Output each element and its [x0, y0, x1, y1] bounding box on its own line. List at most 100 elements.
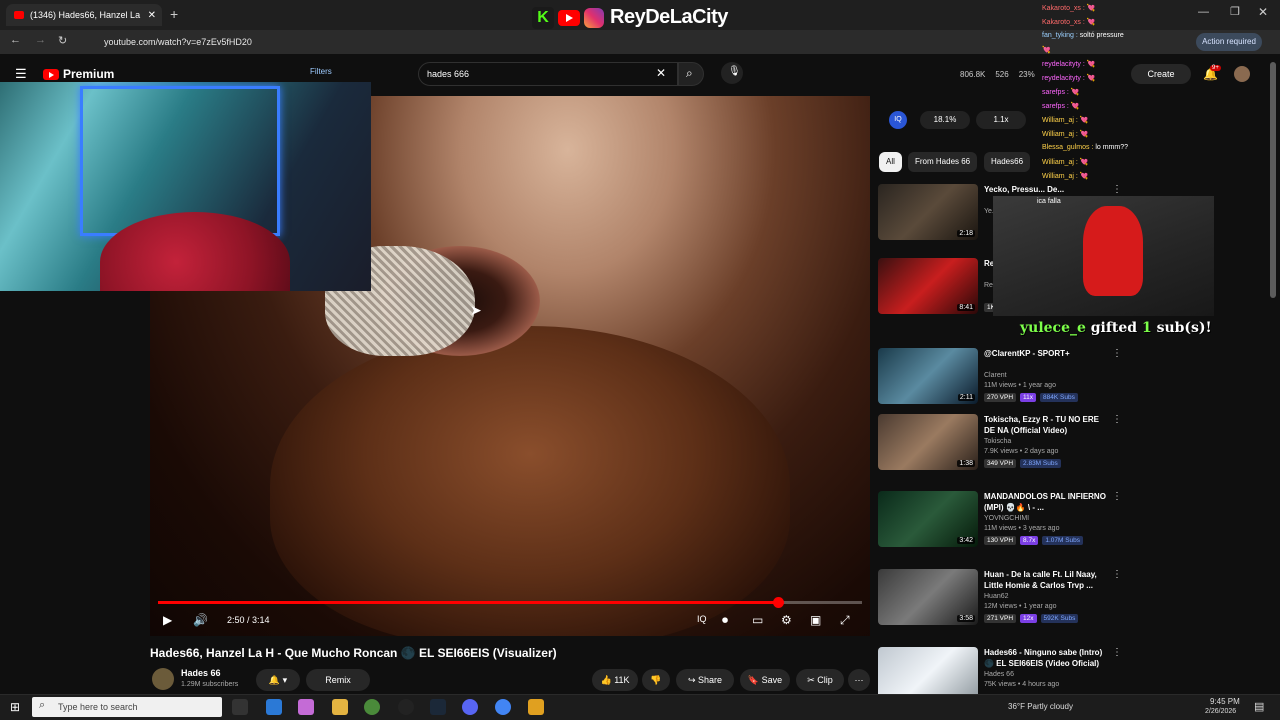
recommendation-title[interactable]: Yecko, Pressu... De...	[984, 184, 1108, 195]
recommendation-channel[interactable]: Huan62	[984, 593, 1009, 600]
iq-player-icon[interactable]: IQ	[697, 614, 707, 624]
progress-fill	[158, 601, 778, 604]
recommendation-item[interactable]: 3:42 MANDANDOLOS PAL INFIERNO (MPI) 💀🔥 \ …	[878, 491, 1122, 553]
channel-name[interactable]: Hades 66	[181, 668, 221, 678]
app-icon[interactable]	[528, 699, 544, 715]
avatar[interactable]	[1234, 66, 1250, 82]
tab-close-icon[interactable]: ✕	[148, 10, 156, 21]
recommendation-thumbnail[interactable]: 3:42	[878, 491, 978, 547]
close-window-icon[interactable]: ✕	[1258, 5, 1268, 19]
progress-bar[interactable]	[158, 597, 862, 608]
url-field[interactable]: youtube.com/watch?v=e7zEv5fHD20	[80, 33, 1180, 51]
captions-icon[interactable]: ▭	[752, 613, 763, 627]
recommendation-title[interactable]: Huan - De la calle Ft. Lil Naay, Little …	[984, 569, 1108, 591]
recommendation-title[interactable]: Tokischa, Ezzy R - TU NO ERE DE NA (Offi…	[984, 414, 1108, 436]
browser-tab[interactable]: (1346) Hades66, Hanzel La ✕	[6, 4, 162, 26]
more-options-icon[interactable]: ⋮	[1112, 348, 1122, 359]
save-label: Save	[761, 675, 783, 685]
task-view-icon[interactable]	[232, 699, 248, 715]
voice-search-button[interactable]: 🎙	[721, 62, 743, 84]
recommendation-item[interactable]: 2:11 @ClarentKP - SPORT+ Clarent 11M views …	[878, 348, 1122, 410]
chat-username: Kakaroto_xs :	[1042, 5, 1087, 12]
remix-button[interactable]: Remix	[306, 669, 370, 691]
dislike-button[interactable]: 👎	[642, 669, 670, 691]
reload-icon[interactable]: ↻	[58, 34, 67, 47]
scissors-icon: ✂	[807, 675, 815, 685]
windows-start-icon[interactable]: ⊞	[10, 700, 20, 714]
maximize-icon[interactable]: ❐	[1230, 5, 1240, 18]
chat-text: soltó pressure	[1079, 32, 1124, 39]
chip-hades66[interactable]: Hades66	[984, 152, 1031, 172]
chat-username: Kakaroto_xs :	[1042, 19, 1087, 26]
more-options-icon[interactable]: ⋮	[1112, 184, 1122, 195]
recommendation-item[interactable]: 3:58 Huan - De la calle Ft. Lil Naay, Lit…	[878, 569, 1122, 631]
more-options-icon[interactable]: ⋮	[1112, 491, 1122, 502]
new-tab-icon[interactable]: +	[170, 6, 178, 22]
recommendation-channel[interactable]: Clarent	[984, 372, 1007, 379]
copilot-icon[interactable]	[298, 699, 314, 715]
recommendation-title[interactable]: Hades66 - Ninguno sabe (Intro) 🌑 EL SEI6…	[984, 647, 1108, 669]
recommendation-stats: 12M views • 1 year ago	[984, 603, 1057, 610]
obs-icon[interactable]	[398, 699, 414, 715]
subs-badge: 2.83M Subs	[1020, 459, 1061, 468]
youtube-logo[interactable]: Premium	[43, 67, 114, 81]
weather-label[interactable]: 36°F Partly cloudy	[1008, 702, 1073, 711]
edge-icon[interactable]	[266, 699, 282, 715]
notification-center-icon[interactable]: ▤	[1254, 700, 1264, 713]
chip-from-channel[interactable]: From Hades 66	[908, 152, 978, 172]
like-button[interactable]: 👍 11K	[592, 669, 638, 691]
recommendation-thumbnail[interactable]: 2:18	[878, 184, 978, 240]
back-icon[interactable]: ←	[10, 34, 21, 46]
discord-icon[interactable]	[462, 699, 478, 715]
chrome-active-icon[interactable]	[495, 699, 511, 715]
play-icon[interactable]: ▶	[163, 613, 172, 627]
clear-search-icon[interactable]: ✕	[656, 66, 666, 80]
more-options-icon[interactable]: ⋮	[1112, 414, 1122, 425]
file-explorer-icon[interactable]	[332, 699, 348, 715]
clock-time[interactable]: 9:45 PM	[1210, 697, 1240, 706]
recommendation-thumbnail[interactable]: 8:41	[878, 258, 978, 314]
chat-text: 💘	[1086, 5, 1096, 12]
share-button[interactable]: ↪ Share	[676, 669, 734, 691]
recommendation-channel[interactable]: Hades 66	[984, 671, 1014, 678]
save-button[interactable]: 🔖 Save	[740, 669, 790, 691]
recommendation-channel[interactable]: YOVNGCHIMI	[984, 515, 1029, 522]
forward-icon[interactable]: →	[35, 34, 46, 46]
chip-all[interactable]: All	[879, 152, 902, 172]
more-actions-button[interactable]: ⋯	[848, 669, 870, 691]
recommendation-channel[interactable]: Tokischa	[984, 438, 1011, 445]
recommendation-thumbnail[interactable]: 3:58	[878, 569, 978, 625]
recommendation-thumbnail[interactable]: 2:11	[878, 348, 978, 404]
recommendation-badges: 271 VPH 12x 592K Subs	[984, 614, 1079, 623]
chat-text: 💘	[1086, 19, 1096, 26]
steam-icon[interactable]	[430, 699, 446, 715]
settings-gear-icon[interactable]: ⚙	[781, 613, 792, 627]
channel-avatar[interactable]	[152, 668, 174, 690]
recommendation-title[interactable]: @ClarentKP - SPORT+	[984, 348, 1108, 359]
volume-icon[interactable]: 🔊	[193, 613, 208, 627]
scrollbar[interactable]	[1270, 62, 1276, 298]
menu-icon[interactable]: ☰	[15, 66, 27, 82]
progress-knob[interactable]	[772, 597, 784, 608]
create-button[interactable]: Create	[1131, 64, 1191, 84]
recommendation-thumbnail[interactable]: 1:38	[878, 414, 978, 470]
theater-mode-icon[interactable]: ▣	[810, 613, 821, 627]
iq-badge[interactable]: IQ	[889, 111, 907, 129]
taskbar-search-input[interactable]: Type here to search	[32, 697, 222, 717]
fullscreen-icon[interactable]: ⤢	[840, 613, 850, 628]
action-required-button[interactable]: Action required	[1196, 33, 1262, 51]
streamer-webcam	[0, 82, 371, 291]
subscribed-bell-button[interactable]: 🔔 ▾	[256, 669, 300, 691]
more-options-icon[interactable]: ⋮	[1112, 569, 1122, 580]
clock-date[interactable]: 2/26/2026	[1205, 708, 1236, 715]
chrome-icon[interactable]	[364, 699, 380, 715]
recommendation-title[interactable]: MANDANDOLOS PAL INFIERNO (MPI) 💀🔥 \ - ..…	[984, 491, 1108, 513]
clip-button[interactable]: ✂ Clip	[796, 669, 844, 691]
autoplay-toggle-icon[interactable]: ⏺	[722, 613, 728, 628]
minimize-icon[interactable]: —	[1198, 6, 1209, 18]
recommendation-item[interactable]: 1:38 Tokischa, Ezzy R - TU NO ERE DE NA (…	[878, 414, 1122, 476]
search-button[interactable]: ⌕	[678, 62, 704, 86]
more-options-icon[interactable]: ⋮	[1112, 647, 1122, 658]
search-input[interactable]: hades 666	[418, 62, 678, 86]
filters-button[interactable]: Filters	[310, 67, 332, 76]
